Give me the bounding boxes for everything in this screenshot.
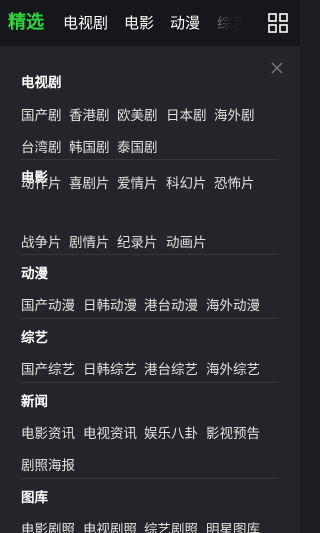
tab-anime[interactable]: 动漫 [170, 0, 200, 46]
category-item[interactable]: 电视资讯 [83, 422, 137, 442]
category-item[interactable]: 欧美剧 [117, 104, 158, 124]
tab-movies[interactable]: 电影 [124, 0, 154, 46]
category-item[interactable]: 动画片 [166, 231, 207, 251]
category-item[interactable]: 科幻片 [166, 172, 207, 192]
section-divider [21, 318, 279, 319]
category-item[interactable]: 海外动漫 [206, 294, 260, 314]
category-item[interactable]: 海外综艺 [206, 358, 260, 378]
close-icon[interactable] [270, 60, 284, 74]
category-item[interactable]: 香港剧 [69, 104, 110, 124]
category-item[interactable]: 泰国剧 [117, 136, 158, 156]
section-divider [21, 159, 279, 160]
category-item[interactable]: 港台综艺 [144, 358, 198, 378]
category-item[interactable]: 纪录片 [117, 231, 158, 251]
section-title-gallery: 图库 [21, 490, 48, 506]
category-item[interactable]: 港台动漫 [144, 294, 198, 314]
category-item[interactable]: 国产综艺 [21, 358, 75, 378]
category-item[interactable]: 日韩动漫 [83, 294, 137, 314]
category-item[interactable]: 国产动漫 [21, 294, 75, 314]
category-item[interactable]: 海外剧 [214, 104, 255, 124]
section-title-variety: 综艺 [21, 330, 48, 346]
category-item[interactable]: 国产剧 [21, 104, 62, 124]
section-title-tv-series: 电视剧 [21, 75, 62, 91]
category-panel: 电视剧 国产剧 香港剧 欧美剧 日本剧 海外剧 台湾剧 韩国剧 泰国剧 电影 动… [0, 46, 300, 533]
category-item[interactable]: 娱乐八卦 [144, 422, 198, 442]
category-item[interactable]: 台湾剧 [21, 136, 62, 156]
category-item[interactable]: 电视剧照 [83, 518, 137, 533]
category-item[interactable]: 综艺剧照 [144, 518, 198, 533]
category-item[interactable]: 剧照海报 [21, 454, 75, 474]
category-item[interactable]: 动作片 [21, 172, 62, 192]
top-nav: 精选 电视剧 电影 动漫 综艺 [0, 0, 300, 46]
category-item[interactable]: 爱情片 [117, 172, 158, 192]
category-item[interactable]: 恐怖片 [214, 172, 255, 192]
category-item[interactable]: 喜剧片 [69, 172, 110, 192]
tab-fade-overlay [198, 0, 264, 46]
category-item[interactable]: 日韩综艺 [83, 358, 137, 378]
tab-tv-series[interactable]: 电视剧 [63, 0, 108, 46]
category-item[interactable]: 韩国剧 [69, 136, 110, 156]
category-item[interactable]: 明星图库 [206, 518, 260, 533]
tab-featured[interactable]: 精选 [8, 0, 44, 46]
section-divider [21, 254, 279, 255]
category-item[interactable]: 电影剧照 [21, 518, 75, 533]
category-item[interactable]: 日本剧 [166, 104, 207, 124]
category-item[interactable]: 战争片 [21, 231, 62, 251]
section-title-news: 新闻 [21, 394, 48, 410]
section-title-anime: 动漫 [21, 266, 48, 282]
grid-icon[interactable] [268, 13, 288, 33]
section-divider [21, 382, 279, 383]
section-divider [21, 478, 279, 479]
category-item[interactable]: 电影资讯 [21, 422, 75, 442]
category-item[interactable]: 影视预告 [206, 422, 260, 442]
category-item[interactable]: 剧情片 [69, 231, 110, 251]
